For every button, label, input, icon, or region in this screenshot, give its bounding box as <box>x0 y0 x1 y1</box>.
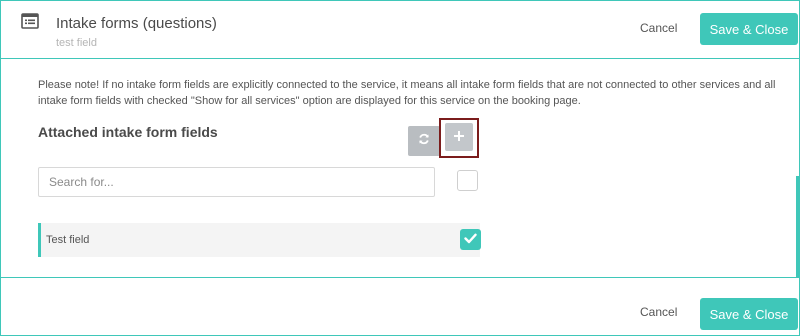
page-subtitle: test field <box>56 37 97 49</box>
scrollbar[interactable] <box>796 176 799 277</box>
search-input[interactable] <box>38 167 435 197</box>
intake-forms-panel: Intake forms (questions) test field Canc… <box>0 0 800 336</box>
footer-save-close-button[interactable]: Save & Close <box>700 298 798 330</box>
panel-header: Intake forms (questions) test field Canc… <box>1 1 799 59</box>
refresh-icon <box>418 132 430 150</box>
add-field-button[interactable] <box>445 123 473 151</box>
info-note: Please note! If no intake form fields ar… <box>38 79 776 107</box>
refresh-button[interactable] <box>408 126 440 156</box>
list-item-checkbox[interactable] <box>460 229 481 250</box>
section-title: Attached intake form fields <box>38 124 218 140</box>
footer-cancel-button[interactable]: Cancel <box>640 305 677 319</box>
page-title: Intake forms (questions) <box>56 15 217 32</box>
checkmark-icon <box>464 231 477 249</box>
footer-divider <box>1 277 799 278</box>
list-item[interactable]: Test field <box>38 223 481 257</box>
list-item-label: Test field <box>46 234 90 246</box>
save-close-button[interactable]: Save & Close <box>700 13 798 45</box>
cancel-button[interactable]: Cancel <box>640 21 677 35</box>
select-all-checkbox[interactable] <box>457 170 478 191</box>
list-window-icon <box>21 13 39 29</box>
plus-icon <box>454 128 464 146</box>
